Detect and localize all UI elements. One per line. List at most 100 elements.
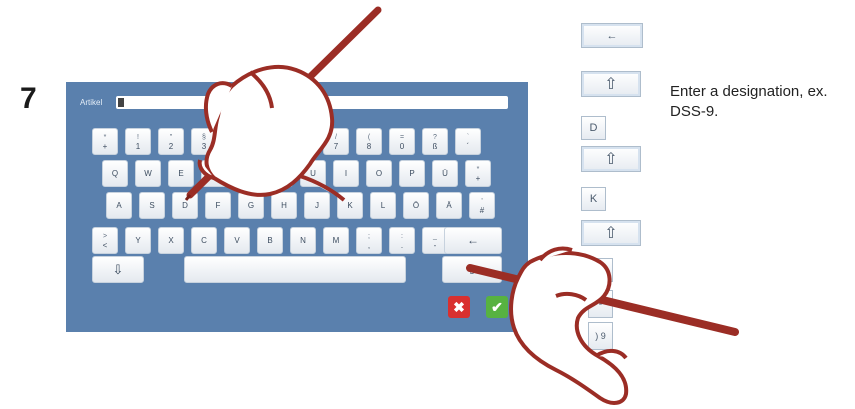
keyboard-key[interactable]: $4: [224, 128, 250, 155]
keyboard-key[interactable]: ` ´: [455, 128, 481, 155]
backspace-key[interactable]: ←: [444, 227, 502, 254]
keyboard-key[interactable]: (8: [356, 128, 382, 155]
confirm-button[interactable]: ✔: [486, 296, 508, 318]
keyboard-key[interactable]: Z: [267, 160, 293, 187]
key-label: M: [332, 236, 340, 245]
key-label: ,: [367, 240, 371, 250]
key-label: U: [310, 169, 316, 178]
key-label: 1: [135, 141, 141, 151]
key-label: I: [344, 169, 348, 178]
key-label: W: [144, 169, 152, 178]
keyboard-key[interactable]: :.: [389, 227, 415, 254]
key-upper-label: /: [335, 133, 337, 141]
keyboard-key[interactable]: * +: [465, 160, 491, 187]
keyboard-key[interactable]: = 0: [389, 128, 415, 155]
sequence-key-k: K: [581, 187, 606, 211]
keyboard-key[interactable]: B: [257, 227, 283, 254]
key-label: 5: [267, 141, 273, 151]
key-label: J: [315, 201, 319, 210]
key-upper-label: ;: [368, 232, 370, 240]
keyboard-key[interactable]: W: [135, 160, 161, 187]
sequence-key-d: D: [581, 116, 606, 140]
key-upper-label: §: [202, 133, 206, 141]
key-label: 7: [333, 141, 339, 151]
keyboard-key[interactable]: ? ß: [422, 128, 448, 155]
key-label: .: [400, 240, 404, 250]
keyboard-key[interactable]: ;,: [356, 227, 382, 254]
keyboard-key[interactable]: ! 1: [125, 128, 151, 155]
key-upper-label: !: [137, 133, 139, 141]
keyboard-key[interactable]: M: [323, 227, 349, 254]
key-label: F: [215, 201, 221, 210]
keyboard-key[interactable]: Y: [125, 227, 151, 254]
keyboard-key[interactable]: P: [399, 160, 425, 187]
step-number: 7: [20, 82, 37, 115]
keyboard-key[interactable]: C: [191, 227, 217, 254]
keyboard-key[interactable]: L: [370, 192, 396, 219]
key-label: D: [182, 201, 188, 210]
key-upper-label: %: [266, 133, 274, 141]
keyboard-key[interactable]: S: [139, 192, 165, 219]
keyboard-key[interactable]: " 2: [158, 128, 184, 155]
shift-icon: ⇧: [604, 151, 618, 168]
key-upper-label: *: [103, 133, 107, 141]
key-upper-label: ?: [433, 133, 437, 141]
caps-lock-key[interactable]: ⇩: [92, 256, 144, 283]
keyboard-key[interactable]: Ö: [403, 192, 429, 219]
key-label: Ü: [442, 169, 448, 178]
keyboard-key[interactable]: K: [337, 192, 363, 219]
keyboard-key[interactable]: A: [106, 192, 132, 219]
key-label: B: [267, 236, 273, 245]
key-label: V: [234, 236, 240, 245]
key-label: Z: [277, 169, 283, 178]
key-label: 2: [168, 141, 174, 151]
keyboard-key[interactable]: N: [290, 227, 316, 254]
key-label: -: [433, 240, 437, 250]
keyboard-key[interactable]: O: [366, 160, 392, 187]
keyboard-key[interactable]: * +: [92, 128, 118, 155]
keyboard-key[interactable]: > <: [92, 227, 118, 254]
keyboard-key[interactable]: G: [238, 192, 264, 219]
keyboard-key[interactable]: E: [168, 160, 194, 187]
designation-input[interactable]: [116, 96, 508, 109]
keyboard-key[interactable]: I: [333, 160, 359, 187]
keyboard-key[interactable]: J: [304, 192, 330, 219]
keyboard-key[interactable]: R: [201, 160, 227, 187]
keyboard-key[interactable]: V: [224, 227, 250, 254]
space-key[interactable]: [184, 256, 406, 283]
keyboard-key[interactable]: Ä: [436, 192, 462, 219]
keyboard-key[interactable]: F: [205, 192, 231, 219]
keyboard-key[interactable]: X: [158, 227, 184, 254]
keyboard-key[interactable]: % 5: [257, 128, 283, 155]
keyboard-key[interactable]: & 6: [290, 128, 316, 155]
keyboard-key[interactable]: H: [271, 192, 297, 219]
keyboard-key[interactable]: Ü: [432, 160, 458, 187]
keyboard-key[interactable]: ' #: [469, 192, 495, 219]
shift-key[interactable]: ⇧: [442, 256, 502, 283]
key-upper-label: :: [401, 232, 403, 240]
key-upper-label: `: [466, 133, 470, 141]
sequence-shift-key-2: ⇧: [581, 146, 641, 172]
key-label: Q: [111, 169, 119, 178]
keyboard-key[interactable]: § 3: [191, 128, 217, 155]
keyboard-key[interactable]: Q: [102, 160, 128, 187]
keyboard-key[interactable]: U: [300, 160, 326, 187]
key-label: G: [247, 201, 255, 210]
key-label: +: [475, 173, 481, 183]
cancel-button[interactable]: ✖: [448, 296, 470, 318]
key-label: 4: [234, 141, 240, 151]
text-cursor: [118, 98, 124, 107]
key-label: #: [479, 205, 485, 215]
key-label: +: [102, 141, 108, 151]
instruction-text: Enter a designation, ex. DSS-9.: [670, 83, 828, 120]
field-label: Artikel: [80, 98, 103, 107]
key-label: N: [300, 236, 306, 245]
keyboard-key[interactable]: T: [234, 160, 260, 187]
key-label: C: [201, 236, 207, 245]
key-label: T: [244, 169, 250, 178]
shift-icon: ⇧: [604, 225, 618, 242]
keyboard-key[interactable]: /7: [323, 128, 349, 155]
shift-icon: ⇧: [604, 76, 618, 93]
keyboard-key[interactable]: D: [172, 192, 198, 219]
key-label: S: [149, 201, 155, 210]
